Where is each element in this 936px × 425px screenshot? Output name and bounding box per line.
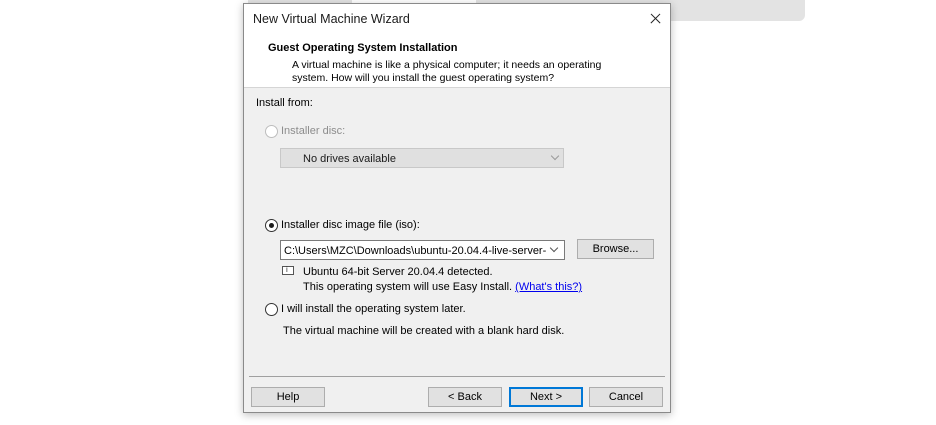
install-later-label: I will install the operating system late… (281, 303, 466, 315)
installer-disc-dropdown[interactable]: No drives available (280, 148, 564, 168)
installer-disc-radio[interactable] (265, 125, 278, 138)
wizard-header: Guest Operating System Installation A vi… (244, 34, 670, 88)
iso-path-combobox[interactable]: C:\Users\MZC\Downloads\ubuntu-20.04.4-li… (280, 240, 565, 260)
detected-os-text: Ubuntu 64-bit Server 20.04.4 detected. (303, 266, 493, 278)
page-description: A virtual machine is like a physical com… (292, 59, 602, 84)
wizard-dialog: New Virtual Machine Wizard Guest Operati… (243, 3, 671, 413)
window-title: New Virtual Machine Wizard (253, 12, 410, 26)
iso-radio[interactable] (265, 219, 278, 232)
cancel-button[interactable]: Cancel (589, 387, 663, 407)
iso-label: Installer disc image file (iso): (281, 219, 420, 231)
chevron-down-icon (550, 151, 560, 161)
info-icon (282, 265, 294, 275)
footer-divider (249, 376, 665, 377)
install-from-label: Install from: (256, 97, 313, 109)
close-icon[interactable] (640, 4, 670, 34)
back-button[interactable]: < Back (428, 387, 502, 407)
browse-button[interactable]: Browse... (577, 239, 654, 259)
easy-install-message: This operating system will use Easy Inst… (303, 281, 513, 293)
install-later-description: The virtual machine will be created with… (283, 325, 565, 337)
easy-install-text: This operating system will use Easy Inst… (303, 281, 582, 293)
dropdown-value: No drives available (303, 153, 396, 165)
iso-path-value: C:\Users\MZC\Downloads\ubuntu-20.04.4-li… (284, 245, 546, 257)
whats-this-link[interactable]: (What's this?) (515, 281, 582, 293)
help-button[interactable]: Help (251, 387, 325, 407)
page-title: Guest Operating System Installation (268, 42, 458, 54)
chevron-down-icon[interactable] (549, 243, 559, 253)
install-later-radio[interactable] (265, 303, 278, 316)
installer-disc-label: Installer disc: (281, 125, 346, 137)
title-bar: New Virtual Machine Wizard (244, 4, 670, 34)
next-button[interactable]: Next > (509, 387, 583, 407)
